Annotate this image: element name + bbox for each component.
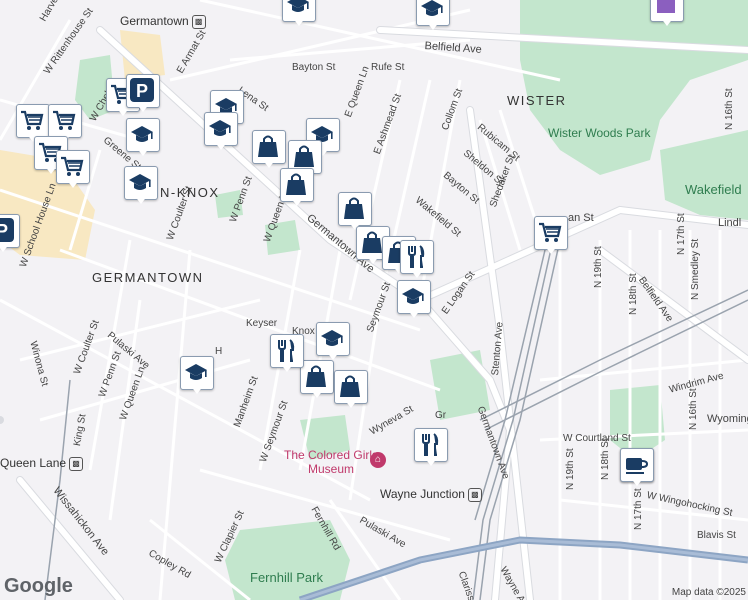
street-label: Lindl xyxy=(718,217,742,229)
svg-text:P: P xyxy=(0,221,8,241)
map-marker-shopping-bag[interactable] xyxy=(300,360,334,400)
area-label-germantown: GERMANTOWN xyxy=(92,270,204,285)
train-icon: ▩ xyxy=(69,456,84,471)
street-label: H xyxy=(215,346,223,357)
map-marker-school[interactable] xyxy=(180,356,214,396)
street-label: N 17th St xyxy=(676,213,687,255)
map-marker-school[interactable] xyxy=(204,112,238,152)
train-icon: ▩ xyxy=(467,487,482,502)
map-marker-grocery[interactable] xyxy=(534,216,568,256)
map-marker-building[interactable] xyxy=(650,0,684,28)
street-label: N 16th St xyxy=(688,388,699,430)
street-label: Gr xyxy=(435,410,447,421)
street-label: Bayton St xyxy=(292,62,336,73)
museum-icon[interactable]: ⌂ xyxy=(370,452,386,468)
street-label: Blavis St xyxy=(697,530,736,541)
street-label: N 19th St xyxy=(593,246,604,288)
street-label: Wyoming xyxy=(707,413,748,425)
area-label-wister: WISTER xyxy=(507,93,567,108)
map-marker-shopping-bag[interactable] xyxy=(252,130,286,170)
map-marker-grocery[interactable] xyxy=(56,150,90,190)
map-marker-school[interactable] xyxy=(282,0,316,28)
street-label: N 17th St xyxy=(633,488,644,530)
map-marker-shopping-bag[interactable] xyxy=(334,370,368,410)
park-label: Wister Woods Park xyxy=(548,126,651,140)
station-label-queen-lane[interactable]: Queen Lane ▩ xyxy=(0,456,84,471)
station-label-wayne-junction[interactable]: Wayne Junction ▩ xyxy=(380,487,482,502)
google-logo: Google xyxy=(4,575,73,597)
street-label: an St xyxy=(568,212,594,224)
map-data-credit[interactable]: Map data ©2025 xyxy=(672,587,746,598)
park-label: Fernhill Park xyxy=(250,570,323,585)
street-label: Keyser xyxy=(246,318,278,329)
map-marker-parking[interactable]: P xyxy=(126,74,160,114)
street-label: N 18th St xyxy=(600,438,611,480)
map-marker-cafe[interactable] xyxy=(620,448,654,488)
map-marker-restaurant[interactable] xyxy=(414,428,448,468)
street-label: N Smedley St xyxy=(690,238,701,300)
street-label: Rufe St xyxy=(371,62,405,73)
map-marker-school[interactable] xyxy=(126,118,160,158)
train-icon: ▩ xyxy=(191,14,206,29)
map-marker-school[interactable] xyxy=(124,166,158,206)
map-marker-school[interactable] xyxy=(397,280,431,320)
map-marker-restaurant[interactable] xyxy=(270,334,304,374)
map-marker-school[interactable] xyxy=(416,0,450,32)
map-marker-school[interactable] xyxy=(316,322,350,362)
map-marker-shopping-bag[interactable] xyxy=(280,168,314,208)
street-label: N 19th St xyxy=(565,448,576,490)
map-marker-parking[interactable]: P xyxy=(0,214,20,254)
map-marker-restaurant[interactable] xyxy=(400,240,434,280)
street-label: N 16th St xyxy=(724,88,735,130)
park-label: Wakefield xyxy=(685,182,742,197)
street-label: W Courtland St xyxy=(563,433,631,444)
station-label-germantown[interactable]: Germantown ▩ xyxy=(120,14,206,29)
svg-text:P: P xyxy=(136,81,148,101)
map-canvas[interactable]: WISTER GERMANTOWN N-KNOX Belfield Ave Ba… xyxy=(0,0,748,600)
